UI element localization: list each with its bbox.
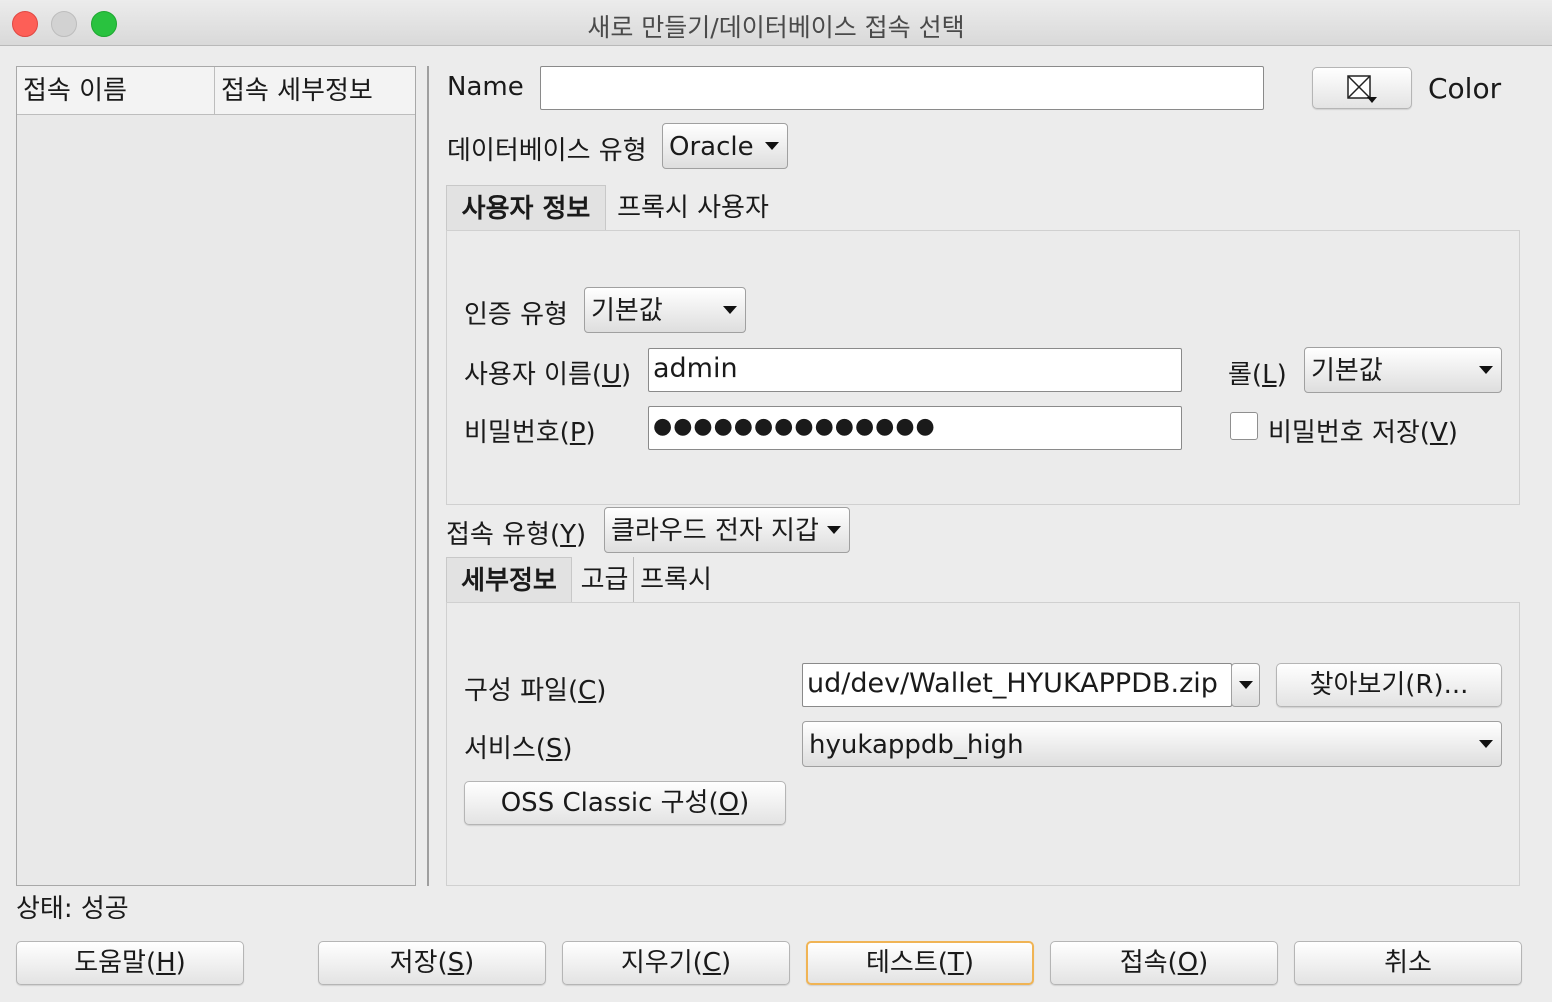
password-input[interactable]: ●●●●●●●●●●●●●● (648, 406, 1182, 450)
tab-proxy[interactable]: 프록시 (636, 557, 716, 603)
chevron-down-icon (827, 526, 841, 534)
config-file-dropdown[interactable] (1231, 663, 1260, 707)
column-header-connection-name[interactable]: 접속 이름 (17, 67, 215, 115)
name-label: Name (447, 72, 524, 102)
db-type-select[interactable]: Oracle (662, 123, 788, 169)
column-header-connection-details[interactable]: 접속 세부정보 (215, 67, 415, 115)
password-label: 비밀번호(P) (464, 418, 596, 448)
chevron-down-icon (1479, 366, 1493, 374)
connection-list-header: 접속 이름 접속 세부정보 (17, 67, 415, 115)
tab-advanced[interactable]: 고급 (576, 557, 634, 603)
auth-type-select[interactable]: 기본값 (584, 287, 746, 333)
help-button[interactable]: 도움말(H) (16, 941, 244, 985)
service-value: hyukappdb_high (809, 730, 1024, 760)
tab-user-info[interactable]: 사용자 정보 (446, 185, 606, 231)
config-file-label: 구성 파일(C) (464, 676, 607, 706)
color-picker-button[interactable] (1312, 67, 1412, 109)
save-button[interactable]: 저장(S) (318, 941, 546, 985)
username-input[interactable]: admin (648, 348, 1182, 392)
connection-type-select[interactable]: 클라우드 전자 지갑 (604, 507, 850, 553)
connect-button[interactable]: 접속(O) (1050, 941, 1278, 985)
tab-details[interactable]: 세부정보 (446, 557, 572, 603)
status-text: 상태: 성공 (16, 894, 129, 924)
window-title: 새로 만들기/데이터베이스 접속 선택 (587, 13, 965, 42)
connection-type-value: 클라우드 전자 지갑 (611, 516, 819, 546)
chevron-down-icon (723, 306, 737, 314)
role-value: 기본값 (1311, 356, 1383, 386)
chevron-down-icon (1239, 681, 1253, 689)
service-label: 서비스(S) (464, 734, 573, 764)
save-password-label: 비밀번호 저장(V) (1268, 418, 1458, 448)
no-color-icon (1347, 75, 1377, 103)
tab-proxy-user[interactable]: 프록시 사용자 (612, 185, 774, 231)
username-label: 사용자 이름(U) (464, 360, 632, 390)
chevron-down-icon (1479, 740, 1493, 748)
browse-button[interactable]: 찾아보기(R)... (1276, 663, 1502, 707)
config-file-input[interactable]: ud/dev/Wallet_HYUKAPPDB.zip (802, 663, 1232, 707)
auth-type-value: 기본값 (591, 296, 663, 326)
db-type-value: Oracle (669, 132, 754, 162)
connection-type-label: 접속 유형(Y) (446, 520, 587, 550)
save-password-checkbox[interactable] (1230, 412, 1258, 440)
panel-splitter[interactable] (427, 66, 429, 886)
test-button[interactable]: 테스트(T) (806, 941, 1034, 985)
role-select[interactable]: 기본값 (1304, 347, 1502, 393)
chevron-down-icon (765, 142, 779, 150)
cancel-button[interactable]: 취소 (1294, 941, 1522, 985)
service-select[interactable]: hyukappdb_high (802, 721, 1502, 767)
name-input[interactable] (540, 66, 1264, 110)
oss-classic-config-button[interactable]: OSS Classic 구성(O) (464, 781, 786, 825)
clear-button[interactable]: 지우기(C) (562, 941, 790, 985)
role-label: 롤(L) (1228, 360, 1287, 390)
color-label: Color (1428, 72, 1502, 105)
connection-list[interactable]: 접속 이름 접속 세부정보 (16, 66, 416, 886)
connection-dialog: 새로 만들기/데이터베이스 접속 선택 접속 이름 접속 세부정보 Name C… (0, 0, 1552, 1002)
title-bar: 새로 만들기/데이터베이스 접속 선택 (0, 0, 1552, 46)
db-type-label: 데이터베이스 유형 (447, 136, 647, 166)
auth-type-label: 인증 유형 (464, 300, 568, 330)
